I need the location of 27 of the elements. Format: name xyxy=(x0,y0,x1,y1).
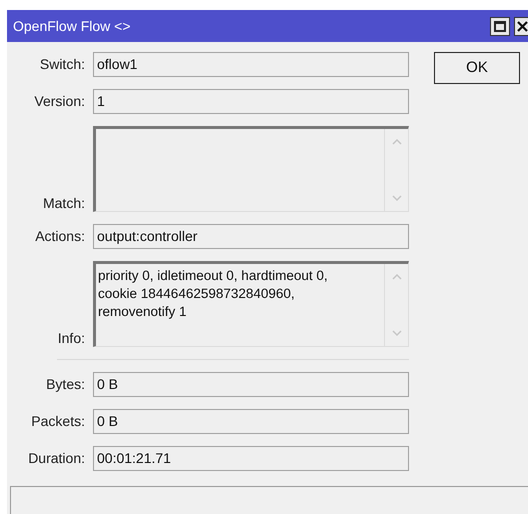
text-field[interactable]: 00:01:21.71 xyxy=(93,446,409,471)
window-title: OpenFlow Flow <> xyxy=(13,16,130,36)
text-area[interactable]: priority 0, idletimeout 0, hardtimeout 0, cookie 18446462598732840960, removenotify 1 xyxy=(93,261,409,347)
text-area[interactable] xyxy=(93,126,409,212)
scroll-down-icon[interactable] xyxy=(392,330,402,336)
field-label: Packets: xyxy=(30,412,86,431)
scroll-up-icon[interactable] xyxy=(392,139,402,145)
text-field[interactable]: output:controller xyxy=(93,224,409,249)
maximize-icon xyxy=(494,20,506,32)
scroll-down-icon[interactable] xyxy=(392,195,402,201)
text-field[interactable]: 0 B xyxy=(93,409,409,434)
field-label: Actions: xyxy=(34,227,86,246)
ok-button[interactable]: OK xyxy=(434,52,520,84)
field-label: Switch: xyxy=(38,55,86,74)
text-field[interactable]: 0 B xyxy=(93,372,409,397)
field-label: Info: xyxy=(56,329,86,347)
field-label: Bytes: xyxy=(45,375,86,394)
close-icon xyxy=(517,20,528,32)
text-field[interactable]: 1 xyxy=(93,89,409,114)
field-label: Match: xyxy=(42,194,86,212)
field-label: Duration: xyxy=(27,449,86,468)
scroll-up-icon[interactable] xyxy=(392,274,402,280)
maximize-button[interactable] xyxy=(490,16,510,36)
close-button[interactable] xyxy=(514,16,528,36)
text-field[interactable]: oflow1 xyxy=(93,52,409,77)
field-label: Version: xyxy=(33,92,86,111)
info-text: priority 0, idletimeout 0, hardtimeout 0, cookie 18446462598732840960, removenotify 1 xyxy=(98,267,329,321)
